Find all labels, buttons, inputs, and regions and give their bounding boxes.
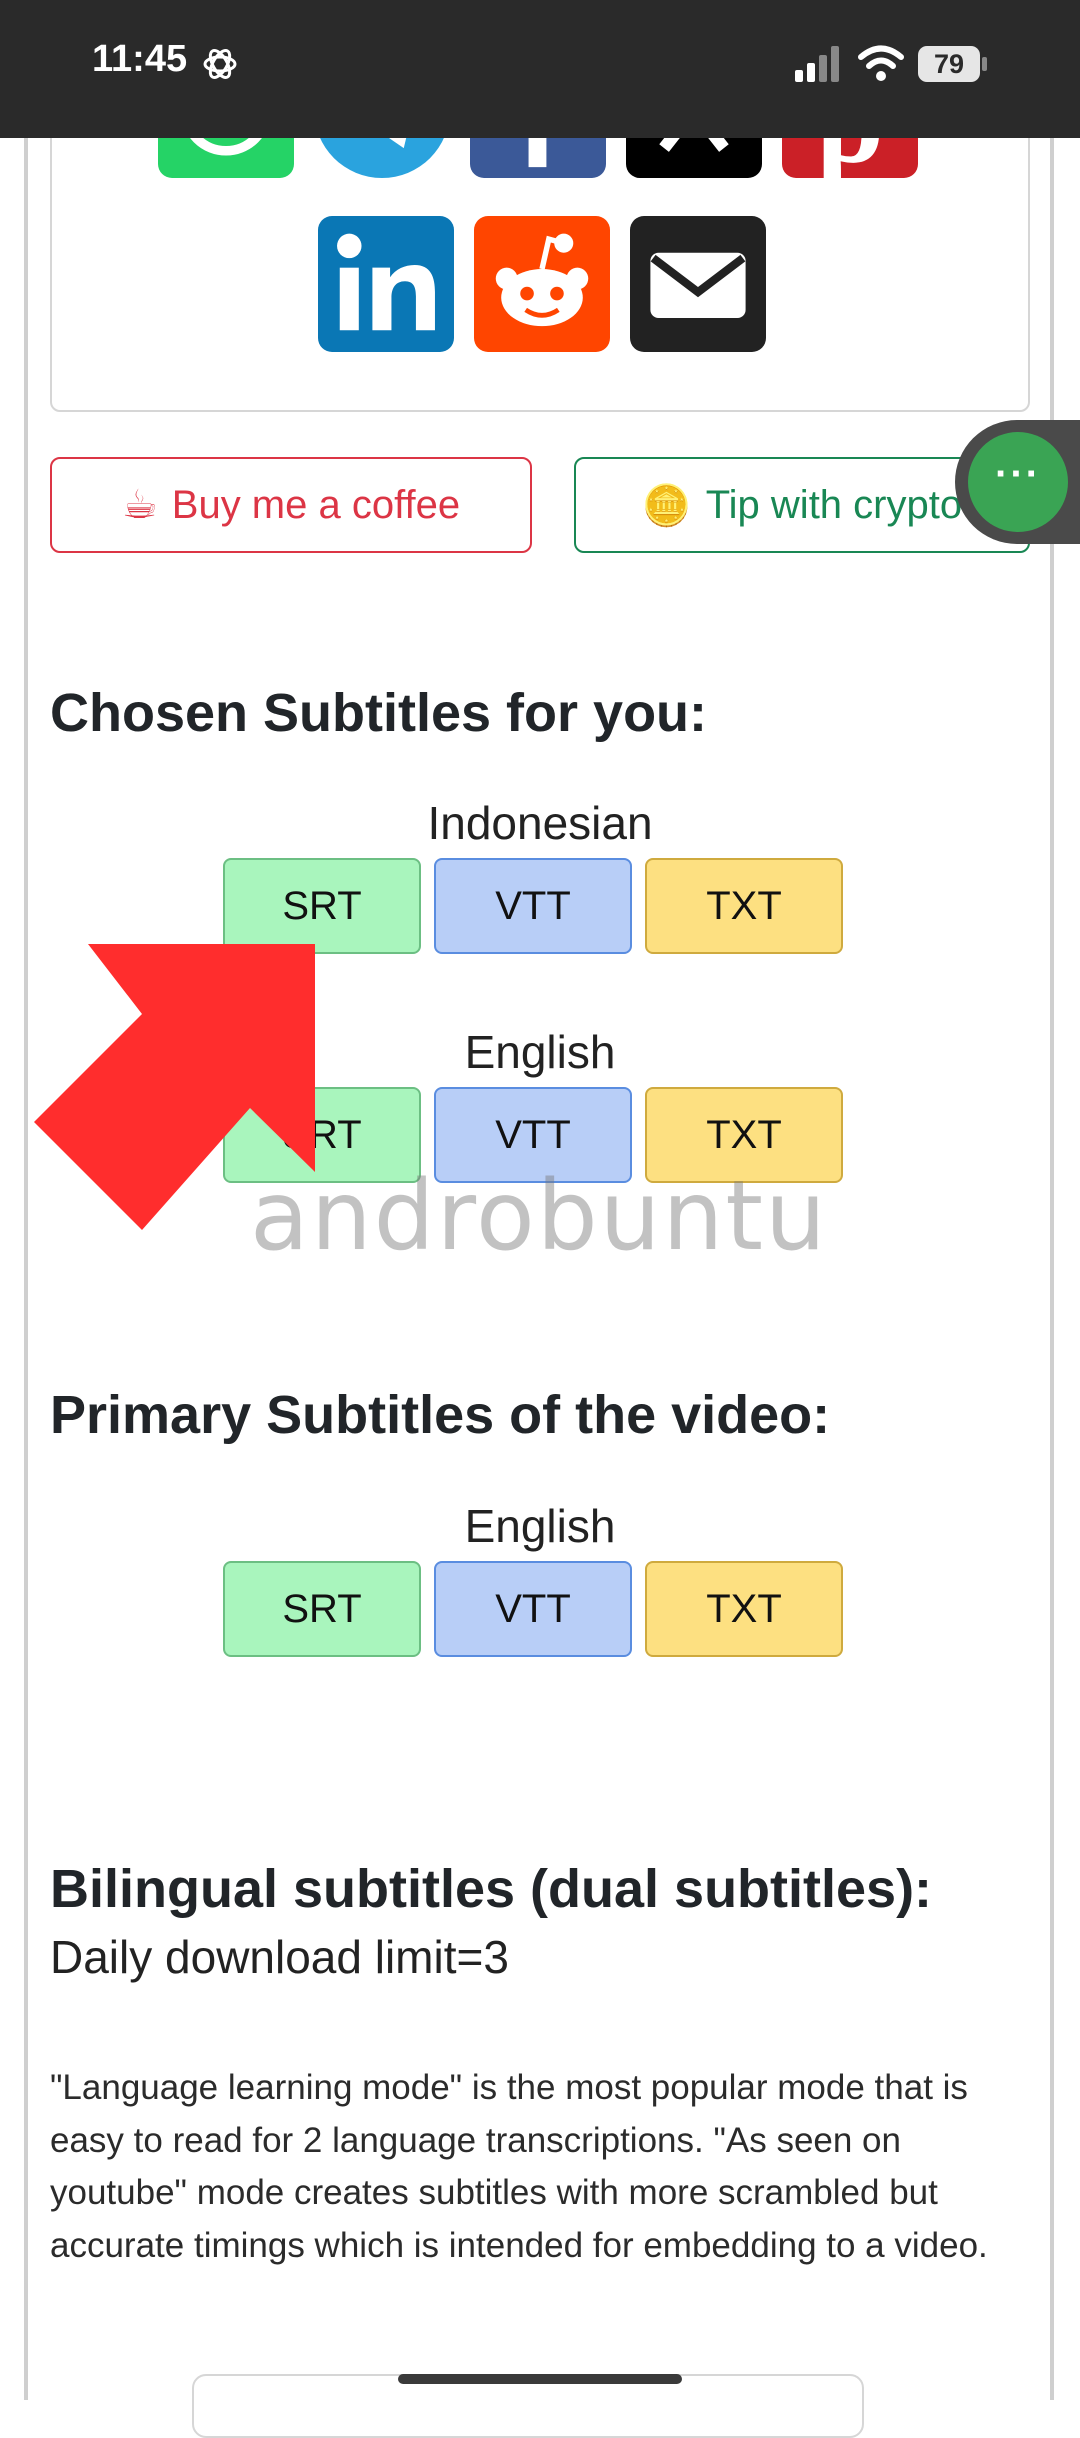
primary-english-srt-button[interactable]: SRT xyxy=(223,1561,421,1657)
more-dots-icon: ··· xyxy=(995,452,1041,496)
reddit-icon[interactable] xyxy=(474,216,610,352)
chosen-subtitles-title: Chosen Subtitles for you: xyxy=(50,683,708,743)
bilingual-subtitles-title: Bilingual subtitles (dual subtitles): xyxy=(50,1859,933,1919)
home-indicator[interactable] xyxy=(398,2374,682,2384)
indonesian-txt-button[interactable]: TXT xyxy=(645,858,843,954)
red-arrow-annotation xyxy=(34,944,315,1230)
primary-english-txt-button[interactable]: TXT xyxy=(645,1561,843,1657)
coin-icon: 🪙 xyxy=(641,483,692,528)
primary-language-english: English xyxy=(464,1500,616,1552)
share-card: f p xyxy=(50,42,1030,412)
more-options-button[interactable]: ··· xyxy=(968,432,1068,532)
bilingual-description: "Language learning mode" is the most pop… xyxy=(50,2068,988,2265)
battery-icon: 79 xyxy=(918,46,990,82)
primary-subtitles-title: Primary Subtitles of the video: xyxy=(50,1385,831,1445)
page-frame-left xyxy=(24,138,28,2400)
indonesian-vtt-button[interactable]: VTT xyxy=(434,858,632,954)
email-icon[interactable] xyxy=(630,216,766,352)
tip-with-crypto-label: Tip with crypto xyxy=(705,482,963,527)
coffee-icon: ☕ xyxy=(121,483,158,527)
buy-me-a-coffee-button[interactable]: ☕ Buy me a coffee xyxy=(50,457,532,553)
battery-level: 79 xyxy=(918,46,980,82)
primary-english-vtt-button[interactable]: VTT xyxy=(434,1561,632,1657)
signal-icon xyxy=(795,46,839,82)
chosen-language-indonesian: Indonesian xyxy=(427,797,653,849)
buy-me-a-coffee-label: Buy me a coffee xyxy=(171,482,461,527)
status-bar: 11:45 79 xyxy=(0,0,1080,138)
status-time: 11:45 xyxy=(92,38,188,80)
chatgpt-notification-icon xyxy=(203,49,237,79)
daily-download-limit: Daily download limit=3 xyxy=(50,1931,509,1983)
linkedin-icon[interactable] xyxy=(318,216,454,352)
wifi-icon xyxy=(858,45,904,81)
